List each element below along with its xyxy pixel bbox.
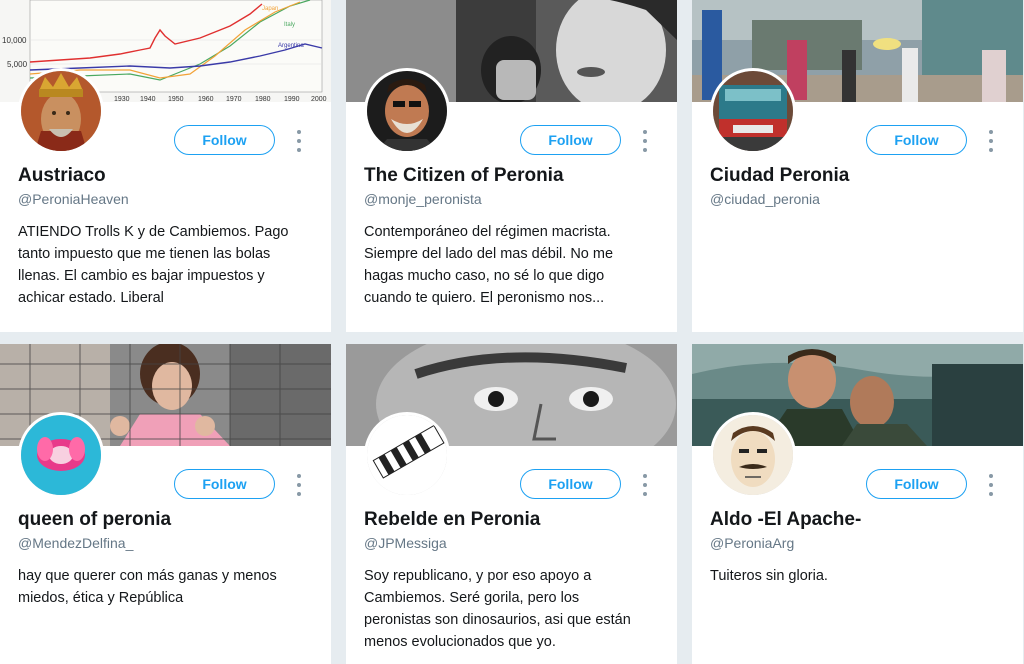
profile-card-citizen-of-peronia: Follow The Citizen of Peronia @monje_per… — [346, 0, 677, 332]
avatar-bus-photo[interactable] — [710, 68, 796, 154]
follow-button[interactable]: Follow — [866, 469, 967, 499]
avatar-pink-flower[interactable] — [18, 412, 104, 498]
follow-button[interactable]: Follow — [866, 125, 967, 155]
profile-bio: Soy republicano, y por eso apoyo a Cambi… — [364, 568, 631, 650]
x-tick-label: 1950 — [168, 96, 184, 102]
more-vertical-icon[interactable] — [295, 130, 303, 152]
profile-name[interactable]: Rebelde en Peronia — [364, 509, 540, 531]
y-tick-label: 5,000 — [7, 60, 28, 69]
x-tick-label: 1940 — [140, 96, 156, 102]
avatar-bearded-man[interactable] — [364, 68, 450, 154]
profile-bio: ATIENDO Trolls K y de Cambiemos. Pago ta… — [18, 224, 289, 306]
profile-bio: Contemporáneo del régimen macrista. Siem… — [364, 224, 614, 306]
more-vertical-icon[interactable] — [295, 474, 303, 496]
profile-name[interactable]: Aldo -El Apache- — [710, 509, 861, 531]
profile-handle[interactable]: @PeroniaHeaven — [18, 191, 129, 207]
more-vertical-icon[interactable] — [641, 474, 649, 496]
x-tick-label: 1970 — [226, 96, 242, 102]
profile-name[interactable]: Austriaco — [18, 165, 106, 187]
profile-card-aldo-el-apache: Follow Aldo -El Apache- @PeroniaArg Tuit… — [692, 344, 1023, 664]
series-label: Italy — [284, 22, 295, 28]
profile-card-rebelde-en-peronia: Follow Rebelde en Peronia @JPMessiga Soy… — [346, 344, 677, 664]
profile-handle[interactable]: @JPMessiga — [364, 535, 447, 551]
series-label: Japan — [262, 6, 278, 12]
more-vertical-icon[interactable] — [987, 474, 995, 496]
profile-handle[interactable]: @MendezDelfina_ — [18, 535, 133, 551]
more-vertical-icon[interactable] — [987, 130, 995, 152]
follow-button[interactable]: Follow — [174, 469, 275, 499]
series-label: Argentina — [278, 43, 304, 49]
y-tick-label: 10,000 — [2, 36, 27, 45]
profile-handle[interactable]: @ciudad_peronia — [710, 191, 820, 207]
x-tick-label: 1930 — [114, 96, 130, 102]
profile-handle[interactable]: @PeroniaArg — [710, 535, 794, 551]
profile-card-queen-of-peronia: Follow queen of peronia @MendezDelfina_ … — [0, 344, 331, 664]
follow-button[interactable]: Follow — [520, 469, 621, 499]
profile-bio: Tuiteros sin gloria. — [710, 568, 828, 584]
profile-name[interactable]: Ciudad Peronia — [710, 165, 849, 187]
x-tick-label: 2000 — [311, 96, 327, 102]
x-tick-label: 1960 — [198, 96, 214, 102]
x-tick-label: 1980 — [255, 96, 271, 102]
profile-handle[interactable]: @monje_peronista — [364, 191, 482, 207]
profile-name[interactable]: queen of peronia — [18, 509, 171, 531]
x-tick-label: 1990 — [284, 96, 300, 102]
follow-button[interactable]: Follow — [520, 125, 621, 155]
profile-bio: hay que querer con más ganas y menos mie… — [18, 568, 277, 606]
avatar-king-portrait[interactable] — [18, 68, 104, 154]
avatar-mustache-sketch[interactable] — [710, 412, 796, 498]
profile-grid: 10,000 5,000 Japan Italy Argentina 1930 … — [0, 0, 1024, 664]
profile-card-ciudad-peronia: Follow Ciudad Peronia @ciudad_peronia — [692, 0, 1023, 332]
follow-button[interactable]: Follow — [174, 125, 275, 155]
more-vertical-icon[interactable] — [641, 130, 649, 152]
profile-name[interactable]: The Citizen of Peronia — [364, 165, 564, 187]
profile-card-austriaco: 10,000 5,000 Japan Italy Argentina 1930 … — [0, 0, 331, 332]
avatar-striped-scarf[interactable] — [364, 412, 450, 498]
